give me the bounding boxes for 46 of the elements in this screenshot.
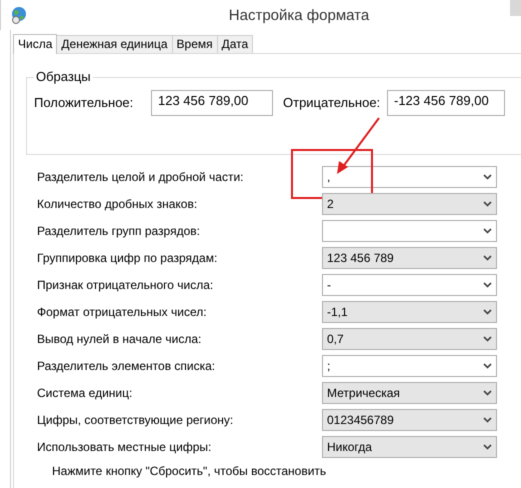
tab[interactable]: Числа xyxy=(13,34,58,54)
setting-label: Система единиц: xyxy=(37,386,134,400)
globe-icon xyxy=(10,6,28,24)
chevron-down-icon xyxy=(483,444,492,450)
field-label: Отрицательное: xyxy=(283,95,382,110)
chevron-down-icon xyxy=(483,363,492,369)
setting-label: Количество дробных знаков: xyxy=(37,197,198,211)
setting-label: Признак отрицательного числа: xyxy=(37,278,214,292)
dropdown[interactable]: , xyxy=(322,166,497,188)
setting-label: Формат отрицательных чисел: xyxy=(37,305,208,319)
setting-label: Разделитель целой и дробной части: xyxy=(37,170,245,184)
chevron-down-icon xyxy=(483,417,492,423)
window-title: Настройка формата xyxy=(228,6,370,24)
chevron-down-icon xyxy=(483,228,492,234)
setting-label: Использовать местные цифры: xyxy=(37,440,212,454)
setting-label: Вывод нулей в начале числа: xyxy=(37,332,202,346)
chevron-down-icon xyxy=(483,174,492,180)
setting-label: Группировка цифр по разрядам: xyxy=(37,251,218,265)
dropdown[interactable]: 0,7 xyxy=(322,328,497,350)
dropdown[interactable]: 0123456789 xyxy=(322,409,497,431)
chevron-down-icon xyxy=(483,282,492,288)
sample-field[interactable]: -123 456 789,00 xyxy=(387,90,505,116)
tab[interactable]: Денежная единица xyxy=(56,35,173,53)
dropdown[interactable]: - xyxy=(322,274,497,296)
dropdown[interactable]: Метрическая xyxy=(322,382,497,404)
hint-text: Нажмите кнопку "Сбросить", чтобы восстановить xyxy=(51,464,328,478)
setting-label: Разделитель групп разрядов: xyxy=(37,224,201,238)
chevron-down-icon xyxy=(483,309,492,315)
chevron-down-icon xyxy=(483,255,492,261)
callout-arrow xyxy=(334,116,382,176)
chevron-down-icon xyxy=(483,390,492,396)
tab[interactable]: Дата xyxy=(216,35,254,53)
field-label: Положительное: xyxy=(34,95,134,110)
dropdown[interactable] xyxy=(322,220,497,242)
sample-field[interactable]: 123 456 789,00 xyxy=(151,90,273,116)
setting-label: Цифры, соответствующие региону: xyxy=(37,413,234,427)
tab[interactable]: Время xyxy=(172,35,218,53)
group-title: Образцы xyxy=(34,69,93,84)
dropdown[interactable]: Никогда xyxy=(322,436,497,458)
setting-label: Разделитель элементов списка: xyxy=(37,359,216,373)
dropdown[interactable]: 2 xyxy=(322,193,497,215)
dropdown[interactable]: -1,1 xyxy=(322,301,497,323)
dropdown[interactable]: 123 456 789 xyxy=(322,247,497,269)
chevron-down-icon xyxy=(483,201,492,207)
chevron-down-icon xyxy=(483,336,492,342)
dropdown[interactable]: ; xyxy=(322,355,497,377)
